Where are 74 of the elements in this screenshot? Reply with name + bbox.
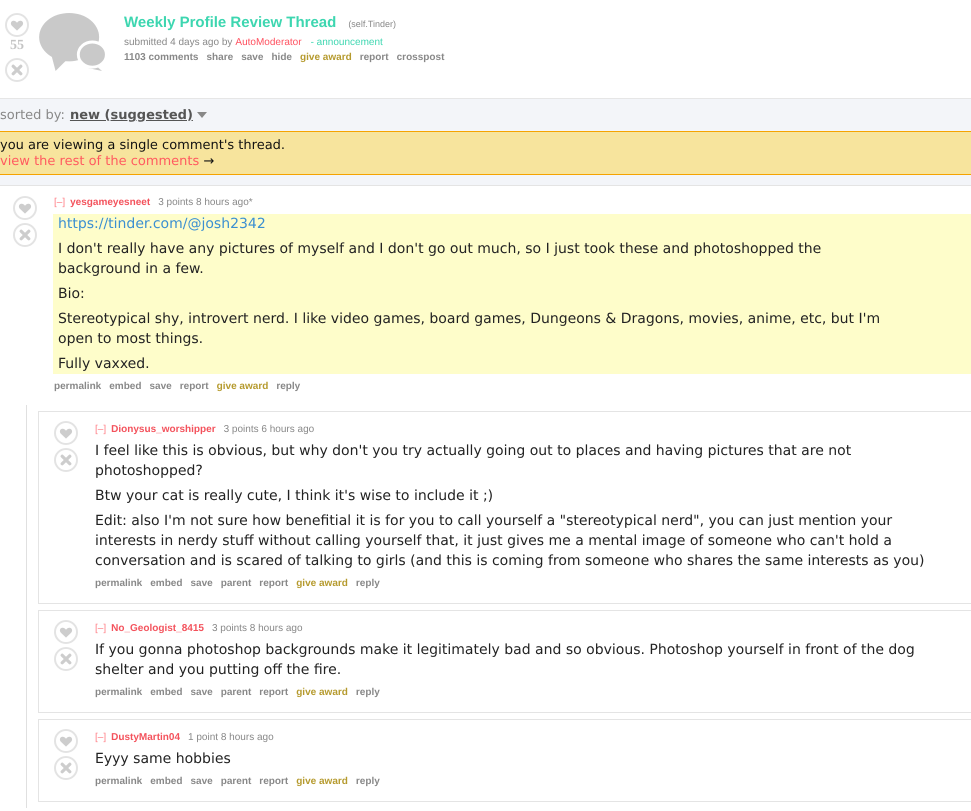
comment-paragraph: Eyyy same hobbies — [95, 750, 232, 769]
action-link[interactable]: report — [360, 51, 389, 65]
notice-text: you are viewing a single comment's thread. — [0, 138, 286, 154]
post-title[interactable]: Weekly Profile Review Thread — [124, 13, 336, 33]
action-link[interactable]: save — [190, 686, 213, 700]
action-link[interactable]: give award — [296, 775, 348, 789]
action-link[interactable]: embed — [109, 380, 142, 394]
cross-icon[interactable] — [13, 223, 37, 247]
post-flair: - announcement — [310, 36, 383, 50]
action-link[interactable]: permalink — [54, 380, 102, 394]
action-link[interactable]: give award — [216, 380, 268, 394]
comment-paragraph: Stereotypical shy, introvert nerd. I like video games, board games, Dungeons & Dragons, movies, anime, etc, but I'm open to most things. — [58, 310, 882, 349]
view-rest-link[interactable]: view the rest of the comments — [0, 154, 200, 169]
action-link[interactable]: reply — [356, 775, 380, 789]
comment-paragraph: Edit: also I'm not sure how benefitial it is for you to call yourself a "stereotypical nerd", you can just mention your interests in nerdy stuff without calling yourself that, it just gives me a mental image of someone who can't hold a conversation and is scared of talking to girls (and this is coming from someone who shares the same interests as you) — [95, 512, 926, 571]
chat-bubbles-icon[interactable] — [38, 12, 108, 72]
cross-icon[interactable] — [54, 647, 78, 671]
action-link[interactable]: crosspost — [396, 51, 444, 65]
action-link[interactable]: reply — [356, 577, 380, 591]
action-link[interactable]: save — [190, 577, 213, 591]
action-link[interactable]: parent — [220, 775, 252, 789]
action-link[interactable]: embed — [150, 686, 182, 700]
comment-score-time: 3 points 6 hours ago — [224, 423, 314, 437]
comment-author[interactable]: yesgameyesneet — [70, 196, 150, 210]
profile-link[interactable]: https://tinder.com/@josh2342 — [58, 216, 266, 232]
action-link[interactable]: give award — [296, 686, 348, 700]
action-link[interactable]: permalink — [95, 686, 142, 700]
caret-down-icon[interactable] — [196, 112, 207, 118]
action-link[interactable]: reply — [276, 380, 300, 394]
cross-icon[interactable] — [54, 756, 78, 780]
submitted-text: submitted 4 days ago by — [124, 36, 232, 50]
collapse-toggle[interactable]: [–] — [54, 196, 66, 210]
action-link[interactable]: save — [241, 51, 264, 65]
comment-paragraph: I don't really have any pictures of myself and I don't go out much, so I just took these and photoshopped the background in a few. — [58, 240, 822, 279]
post-author[interactable]: AutoModerator — [235, 36, 302, 50]
comment-paragraph: Btw your cat is really cute, I think it's wise to include it ;) — [95, 487, 494, 506]
action-link[interactable]: give award — [296, 577, 348, 591]
action-link[interactable]: parent — [220, 686, 252, 700]
action-link[interactable]: permalink — [95, 577, 142, 591]
comment-paragraph: If you gonna photoshop backgrounds make it legitimately bad and so obvious. Photoshop yourself in front of the dog shelter and you putting off the fire. — [95, 641, 916, 680]
action-link[interactable]: save — [190, 775, 213, 789]
sort-label: sorted by: — [0, 108, 65, 122]
action-link[interactable]: share — [206, 51, 234, 65]
action-link[interactable]: embed — [150, 577, 182, 591]
action-link[interactable]: 1103 comments — [124, 51, 198, 65]
comment-author[interactable]: No_Geologist_8415 — [111, 622, 204, 636]
comment-paragraph: Bio: — [58, 285, 86, 304]
comment-author[interactable]: DustyMartin04 — [111, 731, 180, 745]
comment-author[interactable]: Dionysus_worshipper — [111, 423, 216, 437]
collapse-toggle[interactable]: [–] — [95, 423, 106, 437]
comment-paragraph: I feel like this is obvious, but why don't you try actually going out to places and having pictures that are not photoshopped? — [95, 442, 852, 481]
comment-score-time: 1 point 8 hours ago — [188, 731, 274, 745]
action-link[interactable]: report — [180, 380, 209, 394]
action-link[interactable]: report — [259, 577, 288, 591]
action-link[interactable]: reply — [356, 686, 380, 700]
action-link[interactable]: parent — [220, 577, 252, 591]
collapse-toggle[interactable]: [–] — [95, 622, 106, 636]
action-link[interactable]: report — [259, 686, 288, 700]
action-link[interactable]: hide — [271, 51, 292, 65]
right-arrow-icon: → — [203, 154, 214, 169]
action-link[interactable]: permalink — [95, 775, 142, 789]
cross-icon[interactable] — [5, 58, 29, 82]
collapse-toggle[interactable]: [–] — [95, 731, 106, 745]
post-domain[interactable]: (self.Tinder) — [348, 14, 396, 34]
comment-score-time: 3 points 8 hours ago* — [158, 196, 253, 210]
action-link[interactable]: embed — [150, 775, 182, 789]
action-link[interactable]: save — [149, 380, 172, 394]
post-score: 55 — [10, 39, 24, 53]
comment-score-time: 3 points 8 hours ago — [212, 622, 303, 636]
action-link[interactable]: give award — [300, 51, 352, 65]
cross-icon[interactable] — [54, 448, 78, 472]
sort-dropdown[interactable]: new (suggested) — [70, 108, 207, 122]
comment-paragraph: Fully vaxxed. — [58, 355, 151, 374]
action-link[interactable]: report — [259, 775, 288, 789]
